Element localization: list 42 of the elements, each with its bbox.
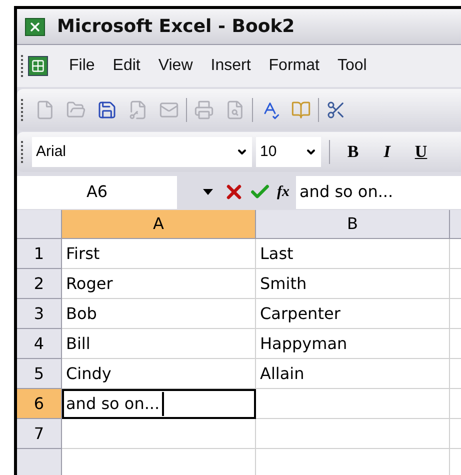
table-cell: Happyman bbox=[256, 329, 450, 359]
format-button[interactable]: B bbox=[338, 138, 368, 166]
table-cell: Bob bbox=[62, 299, 256, 329]
table-cell: Allain bbox=[256, 359, 450, 389]
font-dropdown[interactable]: Arial bbox=[32, 137, 252, 167]
menu-item[interactable]: File bbox=[60, 54, 104, 78]
table-cell: First bbox=[62, 239, 256, 269]
active-cell[interactable]: and so on... bbox=[62, 389, 256, 419]
table-cell: Last bbox=[256, 239, 450, 269]
table-cell: Bill bbox=[62, 329, 256, 359]
format-button[interactable]: U bbox=[406, 138, 436, 166]
row-header[interactable]: 4 bbox=[17, 329, 62, 359]
toolbar-grip[interactable] bbox=[21, 55, 24, 77]
formula-field[interactable]: and so on... bbox=[296, 176, 461, 208]
insert-function-button[interactable]: fx bbox=[277, 180, 290, 204]
menu-item[interactable]: Edit bbox=[104, 54, 150, 78]
row-header[interactable]: 7 bbox=[17, 419, 62, 449]
workbook-icon[interactable] bbox=[28, 56, 48, 76]
window-title: Microsoft Excel - Book2 bbox=[57, 15, 295, 39]
row-header[interactable]: 6 bbox=[17, 389, 62, 419]
name-box[interactable]: A6 bbox=[17, 176, 177, 208]
menu-item[interactable]: View bbox=[149, 54, 202, 78]
row-header[interactable]: 2 bbox=[17, 269, 62, 299]
column-header[interactable]: B bbox=[256, 210, 450, 239]
menu-item[interactable]: Format bbox=[260, 54, 328, 78]
dropdown-icon[interactable] bbox=[203, 189, 213, 195]
table-cell: Cindy bbox=[62, 359, 256, 389]
spreadsheet-icon bbox=[25, 18, 45, 36]
toolbar-grip[interactable] bbox=[21, 99, 24, 121]
menu-item[interactable]: Tool bbox=[328, 54, 376, 78]
row-header[interactable]: 5 bbox=[17, 359, 62, 389]
column-header[interactable]: A bbox=[62, 210, 256, 239]
cell-edit-field[interactable]: and so on... bbox=[66, 392, 164, 416]
format-button[interactable]: I bbox=[372, 138, 402, 166]
font-size-dropdown[interactable]: 10 bbox=[256, 137, 321, 167]
table-cell: Roger bbox=[62, 269, 256, 299]
menu-item[interactable]: Insert bbox=[202, 54, 260, 78]
table-cell: Carpenter bbox=[256, 299, 450, 329]
row-header[interactable]: 1 bbox=[17, 239, 62, 269]
toolbar-grip[interactable] bbox=[21, 141, 24, 163]
row-header[interactable]: 3 bbox=[17, 299, 62, 329]
table-cell: Smith bbox=[256, 269, 450, 299]
